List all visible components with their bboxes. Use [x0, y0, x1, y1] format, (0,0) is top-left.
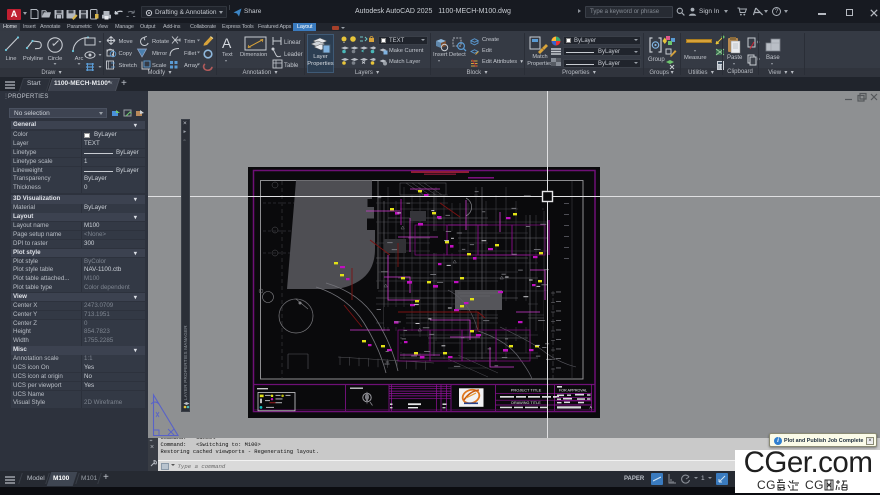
svg-text:PROJECT TITLE: PROJECT TITLE: [511, 388, 542, 393]
svg-text:Copy: Copy: [119, 51, 133, 57]
svg-text:Trim: Trim: [184, 39, 196, 45]
svg-text:Move: Move: [119, 39, 133, 45]
svg-text:Rotate: Rotate: [152, 39, 169, 45]
svg-text:Fillet: Fillet: [184, 51, 197, 57]
svg-text:Circle: Circle: [48, 56, 63, 62]
svg-text:Line: Line: [6, 56, 17, 62]
svg-text:Mirror: Mirror: [152, 51, 167, 57]
svg-text:Polyline: Polyline: [23, 56, 43, 62]
svg-text:Linear ▾: Linear ▾: [284, 40, 303, 46]
svg-text:FOR APPROVAL: FOR APPROVAL: [559, 389, 587, 393]
svg-text:Leader: Leader: [284, 52, 303, 58]
svg-text:DRAWING TITLE: DRAWING TITLE: [511, 401, 541, 405]
